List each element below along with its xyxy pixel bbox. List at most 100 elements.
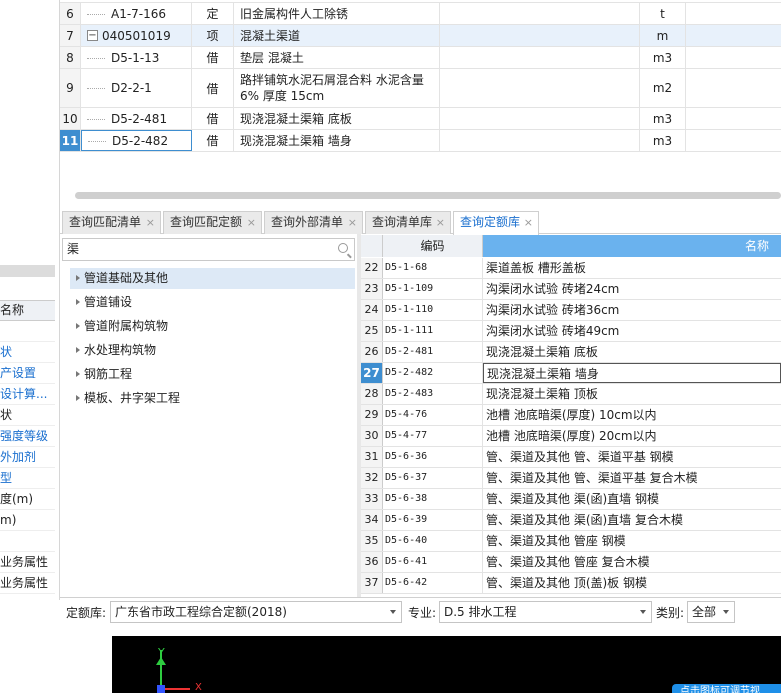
row-number[interactable]: 24 [361,300,383,320]
quota-row[interactable]: 33 D5-6-38 管、渠道及其他 渠(函)直墙 钢模 [361,489,781,510]
row-number[interactable]: 25 [361,321,383,341]
quota-code[interactable]: D5-6-38 [383,489,483,509]
horizontal-scrollbar[interactable] [75,192,781,199]
view-adjust-button[interactable]: 点击图标可调节视 [672,684,781,693]
quota-code[interactable]: D5-2-482 [383,363,483,383]
name-cell[interactable]: 路拌铺筑水泥石屑混合料 水泥含量6% 厚度 15cm [234,69,440,107]
quota-name[interactable]: 沟渠闭水试验 砖堵24cm [483,279,781,299]
quota-code[interactable]: D5-4-76 [383,405,483,425]
row-number[interactable]: 35 [361,531,383,551]
chevron-right-icon[interactable] [76,299,80,305]
quota-name[interactable]: 管、渠道及其他 管、渠道平基 钢模 [483,447,781,467]
type-cell[interactable]: 定 [192,3,234,24]
quota-name[interactable]: 沟渠闭水试验 砖堵36cm [483,300,781,320]
tab-4[interactable]: 查询定额库 × [453,211,539,235]
row-number[interactable]: 33 [361,489,383,509]
tree-node[interactable]: 管道基础及其他 [70,268,355,289]
quota-search-input[interactable]: 渠 [62,238,355,261]
type-cell[interactable]: 项 [192,25,234,46]
quota-row[interactable]: 24 D5-1-110 沟渠闭水试验 砖堵36cm [361,300,781,321]
quota-row[interactable]: 34 D5-6-39 管、渠道及其他 渠(函)直墙 复合木模 [361,510,781,531]
property-row[interactable]: 状 [0,342,55,363]
feature-cell[interactable] [440,108,640,129]
property-row[interactable]: 强度等级 [0,426,55,447]
unit-cell[interactable]: m [640,25,686,46]
property-row[interactable] [0,531,55,552]
row-number[interactable]: 9 [60,69,81,107]
extra-cell[interactable] [686,3,781,24]
row-number[interactable]: 6 [60,3,81,24]
name-cell[interactable]: 混凝土渠道 [234,25,440,46]
unit-cell[interactable]: t [640,3,686,24]
quota-row[interactable]: 32 D5-6-37 管、渠道及其他 管、渠道平基 复合木模 [361,468,781,489]
name-cell[interactable]: 垫层 混凝土 [234,47,440,68]
property-row[interactable]: 设计算... [0,384,55,405]
code-cell[interactable]: D2-2-1 [81,69,192,107]
quota-code[interactable]: D5-1-68 [383,258,483,278]
quota-name[interactable]: 现浇混凝土渠箱 底板 [483,342,781,362]
quota-row[interactable]: 35 D5-6-40 管、渠道及其他 管座 钢模 [361,531,781,552]
close-icon[interactable]: × [436,212,445,233]
quota-row[interactable]: 22 D5-1-68 渠道盖板 槽形盖板 [361,258,781,279]
tree-node[interactable]: 模板、井字架工程 [70,388,355,409]
major-select[interactable]: D.5 排水工程 [439,601,652,623]
quota-code[interactable]: D5-2-481 [383,342,483,362]
unit-cell[interactable]: m3 [640,130,686,151]
type-cell[interactable]: 借 [192,69,234,107]
row-number[interactable]: 37 [361,573,383,593]
chevron-right-icon[interactable] [76,323,80,329]
quota-code[interactable]: D5-6-42 [383,573,483,593]
close-icon[interactable]: × [146,212,155,233]
row-number[interactable]: 31 [361,447,383,467]
quota-row[interactable]: 23 D5-1-109 沟渠闭水试验 砖堵24cm [361,279,781,300]
row-number[interactable]: 11 [60,130,81,151]
quota-name[interactable]: 沟渠闭水试验 砖堵49cm [483,321,781,341]
close-icon[interactable]: × [524,212,533,233]
quota-row[interactable]: 26 D5-2-481 现浇混凝土渠箱 底板 [361,342,781,363]
quota-name[interactable]: 管、渠道及其他 渠(函)直墙 钢模 [483,489,781,509]
name-cell[interactable]: 旧金属构件人工除锈 [234,3,440,24]
row-number[interactable]: 32 [361,468,383,488]
row-number[interactable]: 8 [60,47,81,68]
tree-node[interactable]: 管道铺设 [70,292,355,313]
chevron-right-icon[interactable] [76,347,80,353]
extra-cell[interactable] [686,69,781,107]
tab-2[interactable]: 查询外部清单 × [264,211,363,234]
bill-row[interactable]: 7−040501019 项混凝土渠道 m [60,25,781,47]
tree-node[interactable]: 水处理构筑物 [70,340,355,361]
quota-name[interactable]: 管、渠道及其他 管座 钢模 [483,531,781,551]
tab-1[interactable]: 查询匹配定额 × [163,211,262,234]
quota-code[interactable]: D5-2-483 [383,384,483,404]
property-row[interactable]: 业务属性 [0,573,55,594]
quota-name[interactable]: 管、渠道及其他 管、渠道平基 复合木模 [483,468,781,488]
code-cell[interactable]: −040501019 [81,25,192,46]
extra-cell[interactable] [686,130,781,151]
quota-row[interactable]: 36 D5-6-41 管、渠道及其他 管座 复合木模 [361,552,781,573]
extra-cell[interactable] [686,47,781,68]
name-cell[interactable]: 现浇混凝土渠箱 底板 [234,108,440,129]
quota-code[interactable]: D5-6-36 [383,447,483,467]
quota-name[interactable]: 现浇混凝土渠箱 墙身 [483,363,781,383]
quota-name[interactable]: 池槽 池底暗渠(厚度) 10cm以内 [483,405,781,425]
row-number[interactable]: 22 [361,258,383,278]
quota-row[interactable]: 30 D5-4-77 池槽 池底暗渠(厚度) 20cm以内 [361,426,781,447]
code-cell[interactable]: D5-2-481 [81,108,192,129]
quota-row[interactable]: 25 D5-1-111 沟渠闭水试验 砖堵49cm [361,321,781,342]
row-number[interactable]: 7 [60,25,81,46]
close-icon[interactable]: × [348,212,357,233]
quota-code[interactable]: D5-1-110 [383,300,483,320]
quota-row[interactable]: 37 D5-6-42 管、渠道及其他 顶(盖)板 钢模 [361,573,781,594]
quota-name[interactable]: 渠道盖板 槽形盖板 [483,258,781,278]
feature-cell[interactable] [440,69,640,107]
quota-code[interactable]: D5-6-41 [383,552,483,572]
bill-row[interactable]: 6 A1-7-166 定旧金属构件人工除锈 t [60,3,781,25]
name-cell[interactable]: 现浇混凝土渠箱 墙身 [234,130,440,151]
bill-row[interactable]: 10 D5-2-481 借现浇混凝土渠箱 底板 m3 [60,108,781,130]
quota-code[interactable]: D5-6-39 [383,510,483,530]
type-cell[interactable]: 借 [192,130,234,151]
unit-cell[interactable]: m2 [640,69,686,107]
feature-cell[interactable] [440,130,640,151]
row-number[interactable]: 36 [361,552,383,572]
feature-cell[interactable] [440,25,640,46]
type-cell[interactable]: 借 [192,47,234,68]
